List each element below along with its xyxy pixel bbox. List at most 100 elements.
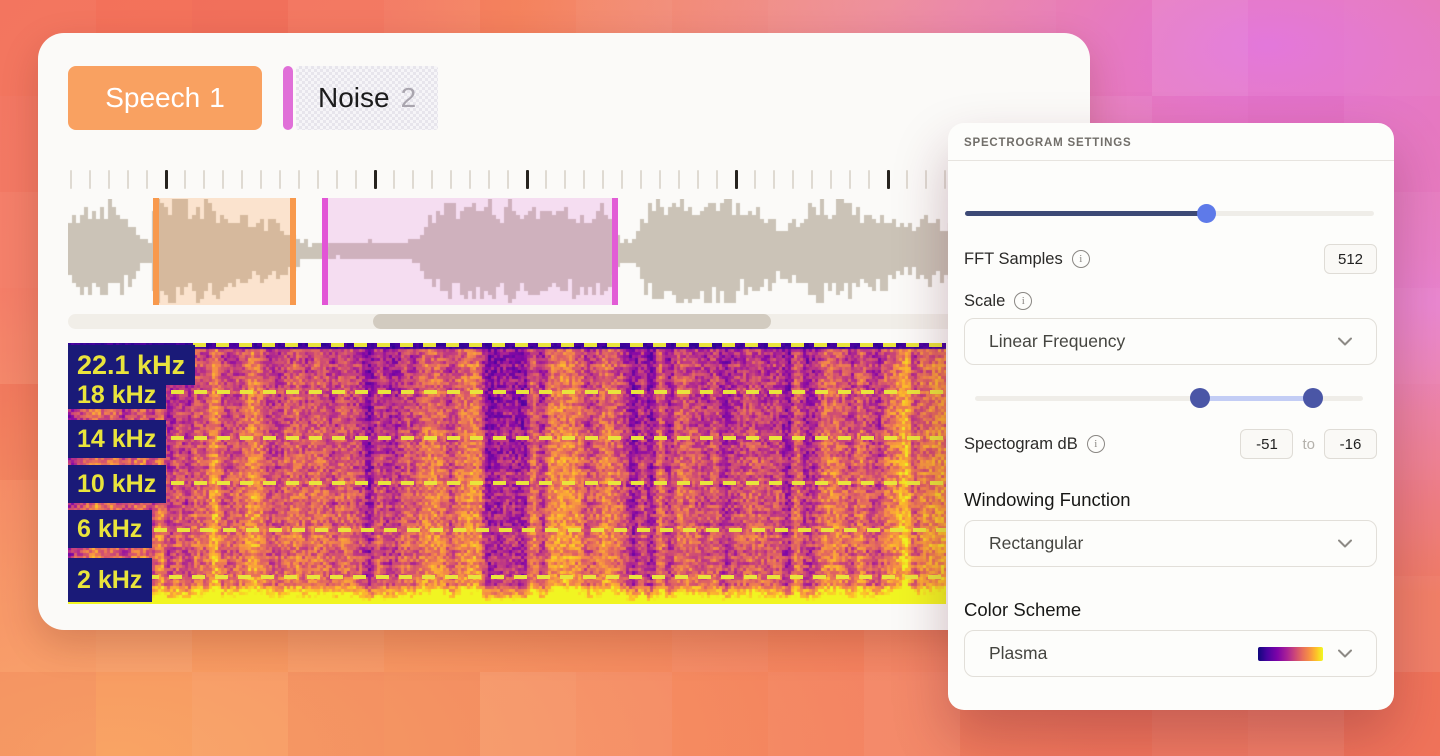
info-icon[interactable]: i [1014, 292, 1032, 310]
ruler-tick [241, 170, 243, 189]
ruler-tick-major [735, 170, 738, 189]
info-icon[interactable]: i [1087, 435, 1105, 453]
ruler-tick [70, 170, 72, 189]
freq-label: 6 kHz [68, 510, 152, 548]
ruler-tick [431, 170, 433, 189]
db-min-input[interactable]: -51 [1240, 429, 1293, 459]
db-to-text: to [1302, 436, 1315, 453]
freq-gridline [193, 343, 946, 347]
ruler-tick-major [374, 170, 377, 189]
freq-label: 22.1 kHz [68, 345, 195, 385]
mosaic-tile [672, 672, 768, 756]
db-range-slider[interactable] [964, 388, 1377, 409]
ruler-tick [830, 170, 832, 189]
panel-title: SPECTROGRAM SETTINGS [948, 123, 1394, 161]
ruler-tick [659, 170, 661, 189]
track-chip-noise-badge: 2 [401, 82, 417, 114]
track-chip-speech-label: Speech [105, 82, 200, 114]
plasma-gradient-swatch [1258, 647, 1323, 661]
ruler-tick [127, 170, 129, 189]
ruler-tick [545, 170, 547, 189]
ruler-tick [89, 170, 91, 189]
ruler-tick [792, 170, 794, 189]
scale-select[interactable]: Linear Frequency [964, 318, 1377, 365]
spectrogram-settings-panel: SPECTROGRAM SETTINGS FFT Samples i 512 S… [948, 123, 1394, 710]
waveform-scrollbar-track[interactable] [68, 314, 1053, 329]
scale-selected-value: Linear Frequency [989, 331, 1125, 352]
chevron-down-icon [1338, 539, 1352, 548]
ruler-tick [412, 170, 414, 189]
mosaic-tile [96, 672, 192, 756]
mosaic-tile [192, 672, 288, 756]
ruler-tick [583, 170, 585, 189]
db-max-input[interactable]: -16 [1324, 429, 1377, 459]
db-range-handle-low[interactable] [1190, 388, 1210, 408]
chevron-down-icon [1338, 649, 1352, 658]
spectrogram-canvas[interactable] [68, 343, 946, 604]
ruler-tick [640, 170, 642, 189]
chevron-down-icon [1338, 337, 1352, 346]
app-background: Speech 1 Noise 2 22.1 kHz18 kHz14 kHz10 … [0, 0, 1440, 756]
zoom-slider[interactable] [964, 203, 1377, 223]
ruler-tick [944, 170, 946, 189]
ruler-tick [355, 170, 357, 189]
ruler-tick [754, 170, 756, 189]
speech-region-selection[interactable] [153, 198, 296, 305]
spectrogram-db-label: Spectogram dB [964, 435, 1078, 454]
noise-region-selection[interactable] [322, 198, 618, 305]
ruler-tick [184, 170, 186, 189]
ruler-tick [317, 170, 319, 189]
waveform-scrollbar-thumb[interactable] [373, 314, 771, 329]
info-icon[interactable]: i [1072, 250, 1090, 268]
ruler-tick [716, 170, 718, 189]
ruler-tick [773, 170, 775, 189]
track-chip-speech-badge: 1 [209, 82, 225, 114]
ruler-tick [146, 170, 148, 189]
ruler-tick [602, 170, 604, 189]
db-range-handle-high[interactable] [1303, 388, 1323, 408]
freq-gridline [146, 575, 946, 579]
mosaic-tile [480, 672, 576, 756]
ruler-tick-major [887, 170, 890, 189]
mosaic-tile [864, 672, 960, 756]
ruler-tick-major [526, 170, 529, 189]
zoom-slider-fill [965, 211, 1206, 216]
ruler-tick-major [165, 170, 168, 189]
color-scheme-selected-value: Plasma [989, 643, 1047, 664]
noise-color-bar [283, 66, 293, 130]
freq-gridline [171, 436, 946, 440]
ruler-tick [469, 170, 471, 189]
mosaic-tile [288, 672, 384, 756]
mosaic-tile [384, 672, 480, 756]
mosaic-tile [1344, 0, 1440, 96]
freq-label: 2 kHz [68, 558, 152, 602]
ruler-tick [925, 170, 927, 189]
track-chip-noise[interactable]: Noise 2 [283, 66, 438, 130]
ruler-tick [507, 170, 509, 189]
ruler-tick [906, 170, 908, 189]
ruler-tick [621, 170, 623, 189]
spectrogram-view[interactable]: 22.1 kHz18 kHz14 kHz10 kHz6 kHz2 kHz [68, 343, 946, 604]
ruler-tick [336, 170, 338, 189]
ruler-tick [697, 170, 699, 189]
ruler-tick [108, 170, 110, 189]
db-range-track[interactable] [975, 396, 1363, 401]
freq-label: 14 kHz [68, 420, 166, 458]
windowing-function-select[interactable]: Rectangular [964, 520, 1377, 567]
mosaic-tile [1248, 0, 1344, 96]
fft-samples-value[interactable]: 512 [1324, 244, 1377, 274]
ruler-tick [564, 170, 566, 189]
windowing-selected-value: Rectangular [989, 533, 1083, 554]
db-range-active [1200, 396, 1313, 401]
track-chip-speech[interactable]: Speech 1 [68, 66, 262, 130]
zoom-slider-handle[interactable] [1197, 204, 1216, 223]
freq-gridline [171, 390, 946, 394]
timeline-ruler[interactable] [70, 170, 1055, 190]
mosaic-tile [0, 672, 96, 756]
ruler-tick [450, 170, 452, 189]
ruler-tick [678, 170, 680, 189]
mosaic-tile [576, 672, 672, 756]
color-scheme-select[interactable]: Plasma [964, 630, 1377, 677]
freq-gridline [154, 528, 946, 532]
zoom-slider-track[interactable] [965, 211, 1374, 216]
